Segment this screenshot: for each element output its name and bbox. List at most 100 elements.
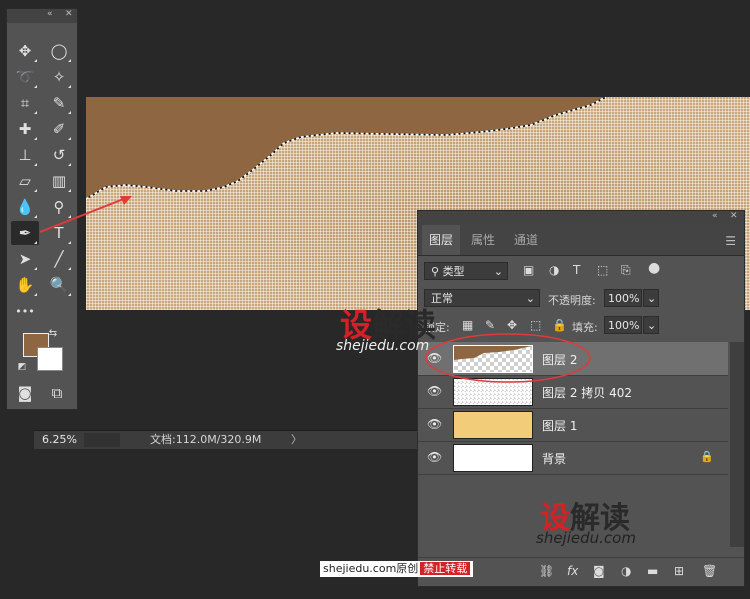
layer-thumbnail[interactable] xyxy=(453,378,533,406)
adjustment-layer-icon[interactable]: ◑ xyxy=(621,564,631,578)
visibility-eye-icon[interactable]: 👁 xyxy=(427,417,442,431)
lock-position-icon[interactable]: ✥ xyxy=(507,318,517,332)
eraser-tool-icon: ▱ xyxy=(19,172,31,190)
filter-kind-label: 类型 xyxy=(442,265,465,278)
history-brush-tool[interactable]: ↺ xyxy=(45,143,73,167)
quick-mask-icon[interactable]: ◙ xyxy=(11,381,39,405)
new-group-icon[interactable]: ▬ xyxy=(647,564,658,578)
layers-panel-header[interactable]: « ✕ xyxy=(418,211,744,225)
layers-panel: « ✕ 图层 属性 通道 ☰ ⚲ 类型 ⌄ ▣ ◑ T ⬚ ⎘ ● 正常 ⌄ 不… xyxy=(417,210,745,587)
layer-row[interactable]: 👁 图层 1 xyxy=(418,408,728,442)
lock-transparent-icon[interactable]: ▦ xyxy=(462,318,473,332)
pen-tool[interactable]: ✒ xyxy=(11,221,39,245)
hand-tool[interactable]: ✋ xyxy=(11,273,39,297)
panel-menu-icon[interactable]: ☰ xyxy=(725,234,736,248)
layer-row[interactable]: 👁 图层 2 拷贝 402 xyxy=(418,375,728,409)
close-icon[interactable]: ✕ xyxy=(65,9,73,19)
lock-artboard-icon[interactable]: ⬚ xyxy=(530,318,541,332)
opacity-dropdown-icon[interactable]: ⌄ xyxy=(643,289,659,307)
zoom-tool[interactable]: 🔍 xyxy=(45,273,73,297)
blur-tool[interactable]: 💧 xyxy=(11,195,39,219)
eraser-tool[interactable]: ▱ xyxy=(11,169,39,193)
gradient-tool[interactable]: ▥ xyxy=(45,169,73,193)
move-tool-icon: ✥ xyxy=(18,42,32,60)
layer-name[interactable]: 背景 xyxy=(542,450,566,467)
healing-brush-tool[interactable]: ✚ xyxy=(11,117,39,141)
blend-mode-select[interactable]: 正常 ⌄ xyxy=(424,289,540,307)
tool-submenu-indicator xyxy=(68,189,71,192)
brush-tool[interactable]: ✐ xyxy=(45,117,73,141)
adjustment-filter-icon[interactable]: ◑ xyxy=(549,263,559,277)
background-color-swatch[interactable] xyxy=(37,347,63,371)
layer-row[interactable]: 👁 图层 2 xyxy=(418,342,728,376)
credit-forbid: 禁止转载 xyxy=(420,562,471,575)
status-separator xyxy=(84,433,120,447)
dodge-tool[interactable]: ⚲ xyxy=(45,195,73,219)
collapse-icon[interactable]: « xyxy=(712,211,718,221)
lock-all-icon[interactable]: 🔒 xyxy=(552,318,567,332)
smart-object-filter-icon[interactable]: ⎘ xyxy=(621,263,631,278)
type-tool[interactable]: T xyxy=(45,221,73,245)
screen-mode-icon[interactable]: ⧉ xyxy=(43,381,71,405)
swap-colors-icon[interactable]: ⇆ xyxy=(45,327,61,339)
new-layer-icon[interactable]: ⊞ xyxy=(674,564,684,578)
default-colors-icon[interactable]: ◩ xyxy=(15,361,29,373)
layer-name[interactable]: 图层 1 xyxy=(542,417,577,434)
pen-tool-icon: ✒ xyxy=(18,224,32,242)
chevron-down-icon: ⌄ xyxy=(525,292,535,305)
line-tool[interactable]: ╱ xyxy=(45,247,73,271)
zoom-level[interactable]: 6.25% xyxy=(42,431,77,449)
opacity-label: 不透明度: xyxy=(548,294,596,307)
type-filter-icon[interactable]: T xyxy=(573,263,580,277)
blur-tool-icon: 💧 xyxy=(15,198,35,216)
visibility-eye-icon[interactable]: 👁 xyxy=(427,450,442,464)
pixel-filter-icon[interactable]: ▣ xyxy=(523,263,534,277)
filter-toggle-icon[interactable]: ● xyxy=(648,260,660,276)
opacity-input[interactable]: 100% xyxy=(604,289,642,307)
magic-wand-tool[interactable]: ✧ xyxy=(45,65,73,89)
lock-image-icon[interactable]: ✎ xyxy=(485,318,495,332)
filter-row: ⚲ 类型 ⌄ ▣ ◑ T ⬚ ⎘ ● xyxy=(418,259,744,283)
filter-kind-select[interactable]: ⚲ 类型 ⌄ xyxy=(424,262,508,280)
layers-scrollbar[interactable] xyxy=(730,342,744,547)
tool-submenu-indicator xyxy=(68,163,71,166)
add-mask-icon[interactable]: ◙ xyxy=(593,564,605,578)
layer-thumbnail[interactable] xyxy=(453,411,533,439)
layer-thumbnail[interactable] xyxy=(453,345,533,373)
layer-thumbnail[interactable] xyxy=(453,444,533,472)
layer-name[interactable]: 图层 2 xyxy=(542,351,577,368)
tool-submenu-indicator xyxy=(68,267,71,270)
fill-input[interactable]: 100% xyxy=(604,316,642,334)
fill-dropdown-icon[interactable]: ⌄ xyxy=(643,316,659,334)
shape-filter-icon[interactable]: ⬚ xyxy=(597,263,608,277)
visibility-eye-icon[interactable]: 👁 xyxy=(427,384,442,398)
tool-submenu-indicator xyxy=(68,85,71,88)
lasso-tool[interactable]: ➰ xyxy=(11,65,39,89)
link-layers-icon[interactable]: ⛓ xyxy=(539,564,554,578)
eyedropper-tool[interactable]: ✎ xyxy=(45,91,73,115)
credit-banner: shejiedu.com原创 禁止转载 xyxy=(320,561,474,577)
delete-layer-icon[interactable]: 🗑 xyxy=(702,564,717,578)
path-selection-tool[interactable]: ➤ xyxy=(11,247,39,271)
crop-tool[interactable]: ⌗ xyxy=(11,91,39,115)
move-tool[interactable]: ✥ xyxy=(11,39,39,63)
tool-submenu-indicator xyxy=(68,241,71,244)
search-icon: ⚲ xyxy=(431,265,443,278)
status-menu-arrow[interactable]: 〉 xyxy=(291,431,302,449)
eyedropper-tool-icon: ✎ xyxy=(52,94,66,112)
collapse-icon[interactable]: « xyxy=(47,9,53,19)
watermark-url-canvas: shejiedu.com xyxy=(336,338,430,354)
tool-submenu-indicator xyxy=(34,163,37,166)
layer-name[interactable]: 图层 2 拷贝 402 xyxy=(542,384,632,401)
more-tools[interactable]: ••• xyxy=(11,299,39,323)
tools-panel-header[interactable]: « ✕ xyxy=(7,9,77,23)
elliptical-marquee-tool[interactable]: ◯ xyxy=(45,39,73,63)
tab-layers[interactable]: 图层 xyxy=(422,225,460,255)
clone-stamp-tool[interactable]: ⊥ xyxy=(11,143,39,167)
tab-channels[interactable]: 通道 xyxy=(506,225,546,255)
close-icon[interactable]: ✕ xyxy=(730,211,738,221)
tab-properties[interactable]: 属性 xyxy=(464,225,502,255)
layer-row[interactable]: 👁 背景 🔒 xyxy=(418,441,728,475)
layer-style-icon[interactable]: fx xyxy=(567,564,578,578)
healing-brush-tool-icon: ✚ xyxy=(18,120,32,138)
